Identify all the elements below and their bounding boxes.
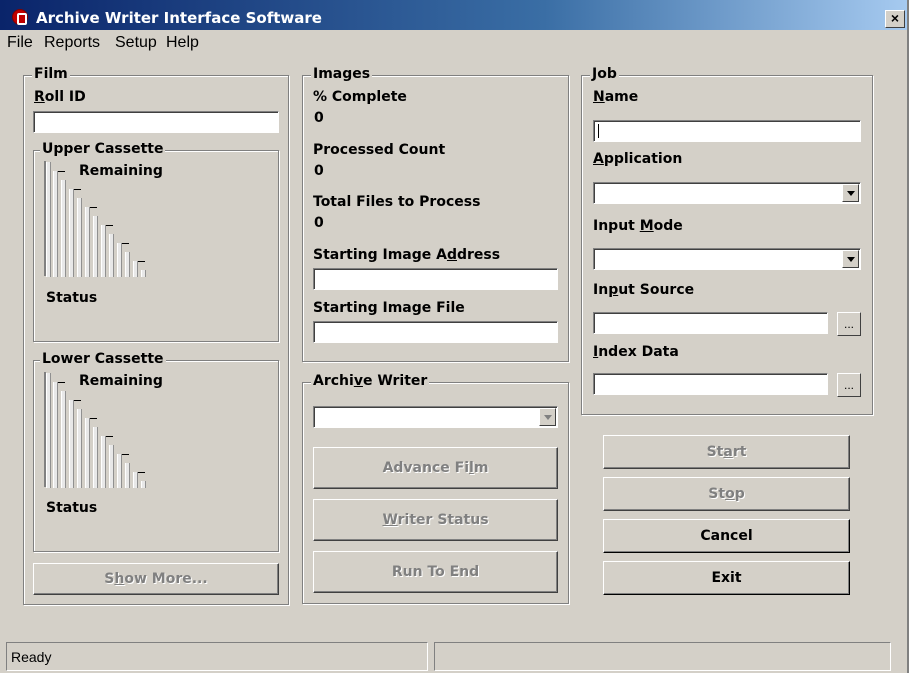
start-button[interactable]: Start (603, 435, 850, 469)
starting-file-label: Starting Image File (313, 300, 465, 316)
menu-file[interactable]: File (7, 34, 33, 52)
menu-help[interactable]: Help (166, 34, 199, 52)
dropdown-arrow-icon[interactable] (842, 184, 859, 202)
status-text: Ready (6, 642, 428, 671)
images-legend: Images (311, 66, 373, 82)
advance-film-button[interactable]: Advance Film (313, 447, 558, 489)
stop-button[interactable]: Stop (603, 477, 850, 511)
window-title: Archive Writer Interface Software (36, 9, 322, 27)
menu-setup[interactable]: Setup (115, 34, 157, 52)
processed-count-label: Processed Count (313, 142, 446, 158)
close-button[interactable]: × (885, 10, 905, 28)
show-more-button[interactable]: Show More... (33, 563, 279, 595)
archive-writer-legend: Archive Writer (311, 373, 430, 389)
images-group (302, 75, 569, 362)
writer-status-button[interactable]: Writer Status (313, 499, 558, 541)
status-bar: Ready (0, 640, 907, 673)
job-name-input[interactable] (593, 120, 861, 142)
main-window: Archive Writer Interface Software × File… (0, 0, 909, 673)
starting-address-label: Starting Image Address (313, 247, 501, 263)
archive-writer-select[interactable] (313, 406, 558, 428)
application-select[interactable] (593, 182, 861, 204)
starting-file-input[interactable] (313, 321, 558, 343)
menu-bar: File Reports Setup Help (0, 31, 907, 55)
roll-id-input[interactable] (33, 111, 279, 133)
index-data-browse-button[interactable]: ... (837, 373, 861, 397)
cancel-button[interactable]: Cancel (603, 519, 850, 553)
input-source-input[interactable] (593, 312, 828, 334)
lower-cassette-legend: Lower Cassette (40, 351, 166, 367)
status-pane-secondary (434, 642, 891, 671)
input-mode-select[interactable] (593, 248, 861, 270)
upper-status-label: Status (46, 290, 98, 306)
starting-address-input[interactable] (313, 268, 558, 290)
lower-remaining-label: Remaining (79, 373, 163, 389)
dropdown-arrow-icon[interactable] (539, 408, 556, 426)
title-bar: Archive Writer Interface Software × (0, 0, 907, 30)
menu-reports[interactable]: Reports (44, 34, 100, 52)
run-to-end-button[interactable]: Run To End (313, 551, 558, 593)
application-label: Application (593, 151, 683, 167)
upper-cassette-legend: Upper Cassette (40, 141, 166, 157)
job-name-label: Name (593, 89, 639, 105)
film-legend: Film (32, 66, 70, 82)
app-icon[interactable] (12, 9, 28, 25)
upper-remaining-label: Remaining (79, 163, 163, 179)
processed-count-value: 0 (314, 163, 324, 179)
input-source-browse-button[interactable]: ... (837, 312, 861, 336)
job-legend: Job (590, 66, 619, 82)
index-data-label: Index Data (593, 344, 679, 360)
percent-complete-label: % Complete (313, 89, 407, 105)
input-source-label: Input Source (593, 282, 695, 298)
roll-id-label: Roll ID (34, 89, 86, 105)
input-mode-label: Input Mode (593, 218, 683, 234)
exit-button[interactable]: Exit (603, 561, 850, 595)
lower-status-label: Status (46, 500, 98, 516)
total-files-value: 0 (314, 215, 324, 231)
lower-cassette-gauge (44, 372, 164, 488)
dropdown-arrow-icon[interactable] (842, 250, 859, 268)
percent-complete-value: 0 (314, 110, 324, 126)
total-files-label: Total Files to Process (313, 194, 481, 210)
index-data-input[interactable] (593, 373, 828, 395)
